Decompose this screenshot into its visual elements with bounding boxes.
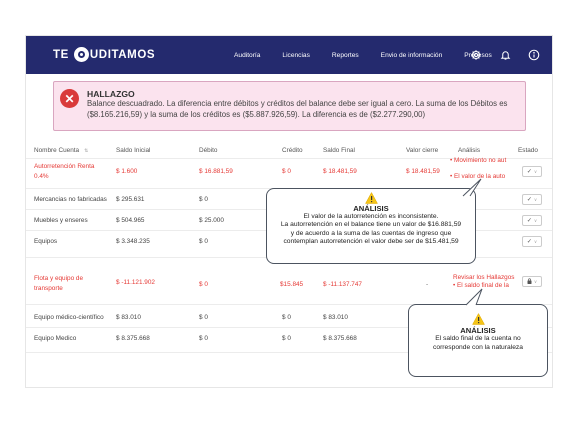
row-credito: $ 0 (282, 168, 291, 175)
alert-message: Balance descuadrado. La diferencia entre… (87, 99, 508, 119)
row-saldo-inicial: $ 8.375.668 (116, 335, 150, 342)
row-saldo-inicial: $ 1.600 (116, 168, 138, 175)
column-header-saldo-final: Saldo Final (323, 147, 355, 154)
row-saldo-inicial: $ 3.348.235 (116, 238, 150, 245)
nav-link-reportes[interactable]: Reportes (332, 52, 359, 59)
check-icon: ✓ (526, 169, 532, 175)
column-header-nombre[interactable]: Nombre Cuenta ⇅ (34, 147, 88, 154)
row-saldo-final: $ -11.137.747 (323, 281, 362, 288)
chevron-down-icon: ∨ (533, 278, 538, 284)
row-saldo-final: $ 83.010 (323, 314, 348, 321)
row-saldo-final: $ 18.481,59 (323, 168, 357, 175)
status-dropdown[interactable]: ✓ ∨ (522, 166, 542, 177)
info-icon[interactable] (528, 49, 540, 61)
status-dropdown[interactable]: ∨ (522, 276, 542, 287)
row-account-name: Equipo Medico (34, 335, 77, 342)
hallazgo-alert: ✕ HALLAZGO Balance descuadrado. La difer… (53, 81, 526, 131)
lock-icon (527, 277, 532, 286)
popup-pointer (465, 288, 483, 306)
nav-link-auditoria[interactable]: Auditoría (234, 52, 260, 59)
brand-prefix: TE (53, 48, 69, 61)
error-icon: ✕ (60, 89, 79, 108)
brand-suffix: UDITAMOS (89, 48, 156, 61)
row-analisis-link[interactable]: Revisar los Hallazgos (453, 274, 514, 281)
row-saldo-final: $ 8.375.668 (323, 335, 357, 342)
chevron-down-icon: ∨ (533, 168, 538, 174)
row-credito: $ 0 (282, 335, 291, 342)
row-saldo-inicial: $ 295.631 (116, 196, 145, 203)
row-analisis-item[interactable]: • Movimiento no aut (450, 157, 512, 164)
chevron-down-icon: ∨ (533, 196, 538, 202)
top-navbar: TE UDITAMOS Auditoría Licencias Reportes… (26, 36, 552, 74)
alert-title: HALLAZGO (87, 89, 135, 99)
row-credito: $15.845 (280, 281, 304, 288)
row-valor-cierre: $ 18.481,59 (406, 168, 440, 175)
warning-icon (471, 313, 485, 325)
row-debito: $ 16.881,59 (199, 168, 233, 175)
popup-pointer (462, 178, 482, 197)
row-debito: $ 0 (199, 238, 208, 245)
status-dropdown[interactable]: ✓ ∨ (522, 215, 542, 226)
nav-link-envio[interactable]: Envio de información (381, 52, 443, 59)
column-header-analisis: Análisis (458, 147, 481, 154)
row-account-name: Equipo médico-científico (34, 314, 104, 321)
popup-title: ANÁLISIS (353, 204, 389, 213)
popup-title: ANÁLISIS (460, 326, 496, 335)
row-credito: $ 0 (282, 314, 291, 321)
logo-mark-icon (73, 47, 89, 62)
popup-line: contemplan autorretención el valor debe … (283, 237, 459, 245)
bell-icon[interactable] (499, 49, 511, 61)
row-saldo-inicial: $ 83.010 (116, 314, 141, 321)
popup-line: El valor de la autorretención es inconsi… (303, 213, 439, 221)
chevron-down-icon: ∨ (533, 217, 538, 223)
status-dropdown[interactable]: ✓ ∨ (522, 236, 542, 247)
column-header-estado: Estado (518, 147, 538, 154)
nav-icons (453, 36, 540, 74)
row-saldo-inicial: $ 504.965 (116, 217, 145, 224)
analysis-popup: ANÁLISIS El saldo final de la cuenta no … (408, 304, 548, 377)
brand-logo[interactable]: TE UDITAMOS (53, 47, 155, 62)
row-debito: $ 25.000 (199, 217, 224, 224)
popup-line: y de acuerdo a la suma de las cuentas de… (290, 229, 452, 237)
sort-icon[interactable]: ⇅ (84, 148, 88, 154)
row-account-name: Muebles y enseres (34, 217, 88, 224)
column-header-valor-cierre: Valor cierre (406, 147, 439, 154)
row-valor-cierre: - (426, 281, 429, 288)
column-header-debito: Débito (199, 147, 218, 154)
row-debito: $ 0 (199, 281, 208, 288)
column-header-saldo-inicial: Saldo Inicial (116, 147, 151, 154)
row-debito: $ 0 (199, 314, 208, 321)
status-dropdown[interactable]: ✓ ∨ (522, 194, 542, 205)
row-debito: $ 0 (199, 196, 208, 203)
row-account-name: Autorretención Renta 0.4% (34, 163, 95, 180)
check-icon: ✓ (526, 239, 532, 245)
column-header-credito: Crédito (282, 147, 303, 154)
nav-link-licencias[interactable]: Licencias (282, 52, 310, 59)
settings-icon[interactable] (470, 49, 482, 61)
chevron-down-icon: ∨ (533, 238, 538, 244)
popup-line: La autorretención en el balance tiene un… (280, 221, 462, 229)
check-icon: ✓ (526, 197, 532, 203)
row-debito: $ 0 (199, 335, 208, 342)
warning-icon (364, 192, 378, 204)
check-icon: ✓ (526, 218, 532, 224)
popup-line: El saldo final de la cuenta no (435, 335, 521, 343)
app-frame: TE UDITAMOS Auditoría Licencias Reportes… (25, 35, 553, 388)
analysis-popup: ANÁLISIS El valor de la autorretención e… (266, 188, 476, 264)
row-saldo-inicial: $ -11.121.902 (116, 279, 155, 286)
table-header: Nombre Cuenta ⇅ Saldo Inicial Débito Créd… (26, 144, 552, 158)
row-account-name: Mercancias no fabricadas (34, 196, 107, 203)
row-account-name: Equipos (34, 238, 58, 245)
popup-line: corresponde con la naturaleza (433, 343, 523, 351)
row-account-name: Flota y equipo de transporte (34, 275, 84, 292)
